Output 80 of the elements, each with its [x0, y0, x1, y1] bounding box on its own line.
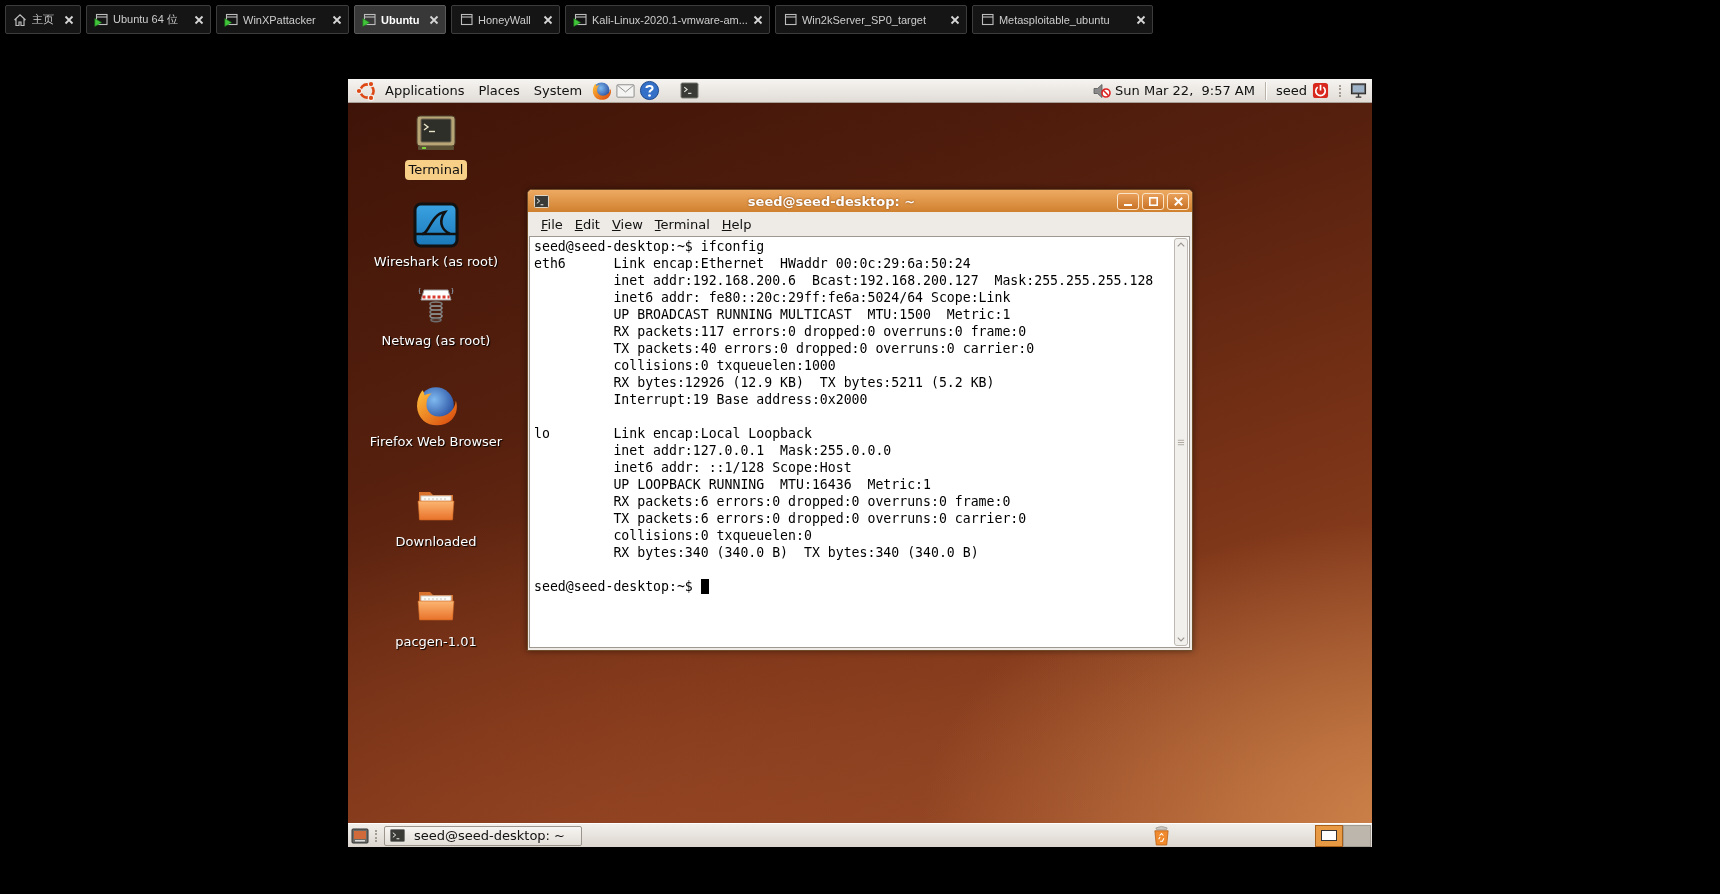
spring-barrier-icon[interactable]	[418, 285, 454, 323]
minimize-icon	[1124, 203, 1132, 206]
vm-tab[interactable]: Ubuntu 64 位	[86, 5, 211, 34]
vm-tab[interactable]: Ubuntu	[354, 5, 446, 34]
monitor-icon[interactable]	[1350, 82, 1367, 99]
user-name[interactable]: seed	[1275, 83, 1307, 98]
terminal-line: RX bytes:340 (340.0 B) TX bytes:340 (340.0 B)	[613, 544, 980, 561]
panel-menu[interactable]: Applications	[378, 79, 472, 102]
terminal-line: RX bytes:12926 (12.9 KB) TX bytes:5211 (5.2 KB)	[613, 374, 996, 391]
terminal-icon	[390, 829, 405, 842]
terminal-line: Link encap:Ethernet HWaddr 00:0c:29:6a:50:24	[613, 255, 972, 272]
close-icon[interactable]	[64, 14, 74, 25]
interface-name: eth6	[534, 255, 567, 272]
menu-item[interactable]: View	[605, 213, 649, 235]
workspace-button[interactable]	[1315, 824, 1343, 847]
terminal-line: UP BROADCAST RUNNING MULTICAST MTU:1500 Metric:1	[613, 306, 1012, 323]
close-icon[interactable]	[543, 14, 553, 25]
terminal-line: inet addr:127.0.0.1 Mask:255.0.0.0	[613, 442, 893, 459]
terminal-line: inet6 addr: fe80::20c:29ff:fe6a:5024/64 Scope:Link	[613, 289, 1012, 306]
prompt: seed@seed-desktop:~$	[534, 578, 693, 595]
vm-tab[interactable]: 主页	[5, 5, 81, 34]
minimize-button[interactable]	[1117, 192, 1139, 210]
terminal-line: Link encap:Local Loopback	[613, 425, 813, 442]
close-icon[interactable]	[332, 14, 342, 25]
shark-fin-icon[interactable]	[413, 202, 459, 248]
close-icon[interactable]	[194, 14, 204, 25]
terminal-icon[interactable]	[416, 115, 456, 151]
menu-item[interactable]: Terminal	[648, 213, 716, 235]
show-desktop-icon[interactable]	[351, 827, 369, 844]
muted-speaker-icon[interactable]	[1093, 81, 1112, 100]
scrollbar[interactable]	[1174, 238, 1188, 646]
window-thumbnail-icon	[1321, 830, 1337, 841]
icon-label[interactable]: Firefox Web Browser	[365, 432, 507, 452]
maximize-button[interactable]	[1142, 192, 1164, 210]
panel-menu[interactable]: System	[526, 79, 590, 102]
vm-tab[interactable]: HoneyWall	[451, 5, 560, 34]
trash-icon[interactable]	[1152, 825, 1171, 846]
icon-label[interactable]: pacgen-1.01	[391, 632, 481, 652]
clock[interactable]: Sun Mar 22, 9:57 AM	[1115, 83, 1255, 98]
taskbar-button[interactable]: seed@seed-desktop: ~	[384, 825, 582, 846]
icon-label[interactable]: Netwag (as root)	[377, 331, 495, 351]
window-title: seed@seed-desktop: ~	[746, 193, 917, 209]
maximize-icon	[1148, 196, 1158, 206]
close-icon	[1173, 196, 1183, 206]
terminal-line: inet addr:192.168.200.6 Bcast:192.168.200.127 Mask:255.255.255.128	[613, 272, 1154, 289]
help-icon[interactable]	[639, 80, 661, 101]
vm-tab[interactable]: WinXPattacker	[216, 5, 349, 34]
panel-menu[interactable]: Places	[471, 79, 527, 102]
terminal-line: TX packets:6 errors:0 dropped:0 overruns:0 carrier:0	[613, 510, 1027, 527]
terminal-line: RX packets:6 errors:0 dropped:0 overruns:0 frame:0	[613, 493, 1012, 510]
icon-label[interactable]: Terminal	[404, 160, 468, 180]
grip-icon[interactable]	[1177, 438, 1185, 446]
close-icon[interactable]	[429, 14, 439, 25]
close-icon[interactable]	[1135, 14, 1146, 25]
command-line: seed@seed-desktop:~$ ifconfig	[534, 238, 766, 255]
terminal-line: Interrupt:19 Base address:0x2000	[613, 391, 869, 408]
terminal-line: inet6 addr: ::1/128 Scope:Host	[613, 459, 853, 476]
power-icon[interactable]	[1312, 82, 1329, 99]
terminal-line: collisions:0 txqueuelen:1000	[613, 357, 837, 374]
icon-label[interactable]: Wireshark (as root)	[369, 252, 503, 272]
circle-of-friends-icon[interactable]	[356, 79, 378, 102]
cursor-icon	[700, 579, 709, 594]
icon-label[interactable]: Downloaded	[391, 532, 481, 552]
menu-item[interactable]: Help	[715, 213, 758, 235]
menu-item[interactable]: Edit	[568, 213, 606, 235]
vm-tab[interactable]: Kali-Linux-2020.1-vmware-am...	[565, 5, 770, 34]
close-icon[interactable]	[949, 14, 960, 25]
terminal-line: UP LOOPBACK RUNNING MTU:16436 Metric:1	[613, 476, 932, 493]
terminal-line: collisions:0 txqueuelen:0	[613, 527, 813, 544]
terminal-line: RX packets:117 errors:0 dropped:0 overruns:0 frame:0	[613, 323, 1028, 340]
vm-tab[interactable]: Win2kServer_SP0_target	[774, 5, 967, 34]
menu-item[interactable]: File	[535, 213, 569, 235]
vm-tab[interactable]: Metasploitable_ubuntu	[971, 5, 1153, 34]
close-button[interactable]	[1167, 192, 1189, 210]
fox-globe-icon[interactable]	[591, 80, 613, 101]
close-icon[interactable]	[752, 14, 763, 25]
home-icon	[13, 12, 27, 27]
terminal-line: TX packets:40 errors:0 dropped:0 overruns:0 carrier:0	[613, 340, 1036, 357]
interface-name: lo	[534, 425, 551, 442]
terminal-icon[interactable]	[680, 81, 700, 100]
